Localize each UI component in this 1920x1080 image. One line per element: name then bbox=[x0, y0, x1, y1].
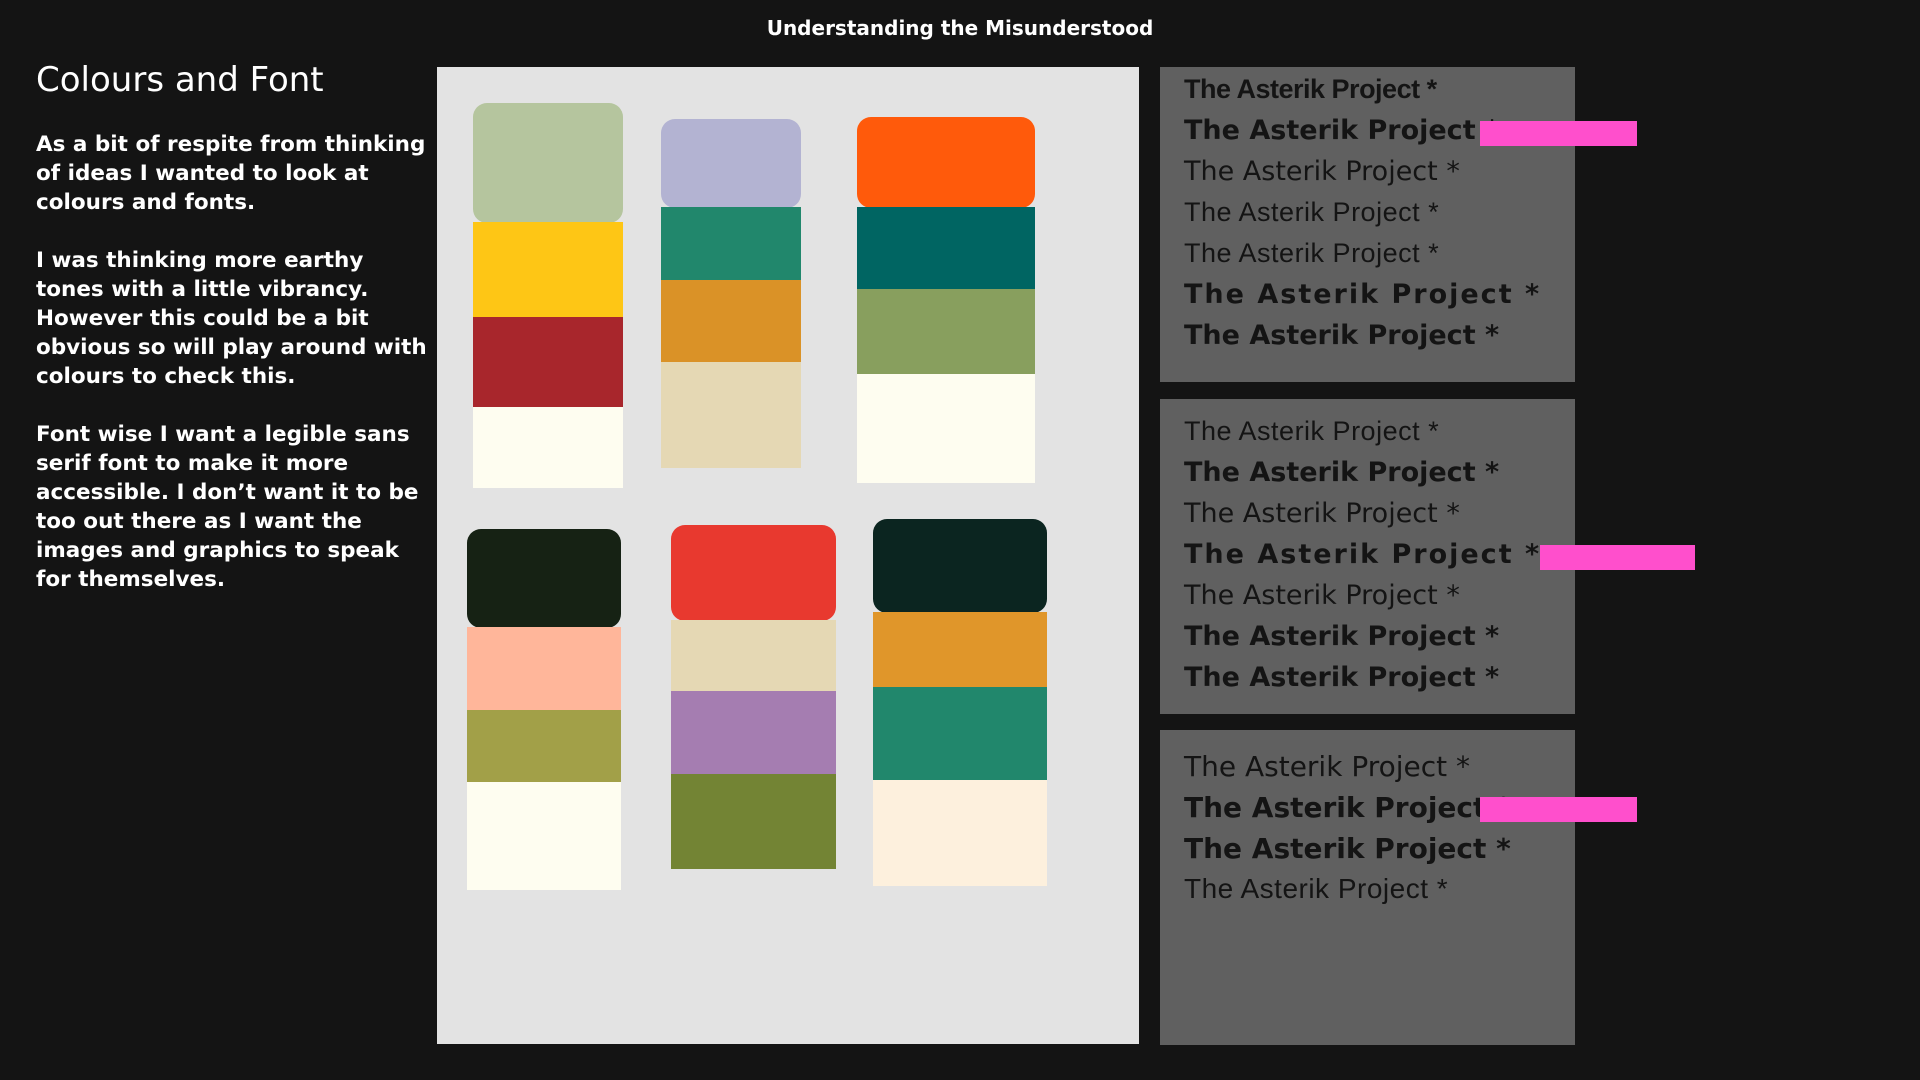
palette-5-swatch-3 bbox=[671, 691, 836, 775]
palette-3-swatch-1 bbox=[857, 117, 1035, 208]
palette-1-swatch-1 bbox=[473, 103, 623, 223]
section-heading: Colours and Font bbox=[36, 60, 324, 100]
palette-2-swatch-1 bbox=[661, 119, 801, 208]
palette-3-swatch-2 bbox=[857, 207, 1035, 290]
slide-title: Understanding the Misunderstood bbox=[766, 16, 1154, 40]
font-sample: The Asterik Project * bbox=[1184, 115, 1500, 146]
palette-5 bbox=[671, 525, 836, 869]
selection-highlight-bar bbox=[1540, 545, 1695, 570]
font-sample: The Asterik Project * bbox=[1184, 238, 1440, 268]
palette-6-swatch-3 bbox=[873, 687, 1047, 781]
palette-5-swatch-1 bbox=[671, 525, 836, 621]
palette-1-swatch-3 bbox=[473, 317, 623, 408]
palette-6-swatch-4 bbox=[873, 780, 1047, 886]
font-sample: The Asterik Project * bbox=[1184, 580, 1460, 611]
palette-2-swatch-2 bbox=[661, 207, 801, 281]
font-sample: The Asterik Project * bbox=[1184, 457, 1500, 488]
intro-paragraph-1: As a bit of respite from thinking of ide… bbox=[36, 132, 426, 215]
palette-4-swatch-3 bbox=[467, 710, 621, 783]
palette-2-swatch-4 bbox=[661, 362, 801, 468]
palette-6 bbox=[873, 519, 1047, 886]
palette-4 bbox=[467, 529, 621, 890]
palette-5-swatch-2 bbox=[671, 620, 836, 692]
intro-paragraph-2: I was thinking more earthy tones with a … bbox=[36, 248, 427, 389]
font-sample: The Asterik Project * bbox=[1184, 791, 1511, 824]
intro-text: As a bit of respite from thinking of ide… bbox=[36, 130, 436, 623]
palette-1 bbox=[473, 103, 623, 488]
palette-6-swatch-2 bbox=[873, 612, 1047, 688]
colour-palette-board bbox=[437, 67, 1139, 1044]
selection-highlight-bar bbox=[1480, 121, 1637, 146]
font-sample: The Asterik Project * bbox=[1184, 621, 1500, 652]
font-sample: The Asterik Project * bbox=[1184, 750, 1471, 783]
font-sample: The Asterik Project * bbox=[1184, 156, 1460, 187]
font-sample: The Asterik Project * bbox=[1184, 320, 1500, 351]
font-sample: The Asterik Project * bbox=[1184, 74, 1437, 104]
palette-3 bbox=[857, 117, 1035, 483]
palette-4-swatch-1 bbox=[467, 529, 621, 628]
palette-3-swatch-3 bbox=[857, 289, 1035, 375]
font-sample: The Asterik Project * bbox=[1184, 416, 1440, 446]
font-sample: The Asterik Project * bbox=[1184, 662, 1500, 693]
font-sample: The Asterik Project * bbox=[1184, 197, 1440, 227]
palette-2 bbox=[661, 119, 801, 468]
intro-paragraph-3: Font wise I want a legible sans serif fo… bbox=[36, 422, 419, 592]
palette-4-swatch-4 bbox=[467, 782, 621, 890]
palette-3-swatch-4 bbox=[857, 374, 1035, 483]
palette-5-swatch-4 bbox=[671, 774, 836, 869]
font-samples-panel-2: The Asterik Project * The Asterik Project… bbox=[1160, 399, 1695, 714]
palette-1-swatch-2 bbox=[473, 222, 623, 318]
selection-highlight-bar bbox=[1480, 797, 1637, 822]
font-samples-panel-3: The Asterik Project * The Asterik Project… bbox=[1160, 730, 1637, 1045]
palette-swatches bbox=[467, 103, 1047, 890]
font-samples-panel-1: The Asterik Project * The Asterik Project… bbox=[1160, 67, 1637, 382]
font-sample: The Asterik Project * bbox=[1184, 539, 1542, 570]
palette-4-swatch-2 bbox=[467, 627, 621, 711]
palette-6-swatch-1 bbox=[873, 519, 1047, 613]
font-sample: The Asterik Project * bbox=[1184, 873, 1449, 904]
palette-1-swatch-4 bbox=[473, 407, 623, 488]
font-sample: The Asterik Project * bbox=[1184, 498, 1460, 529]
font-sample: The Asterik Project * bbox=[1184, 832, 1511, 865]
font-sample: The Asterik Project * bbox=[1184, 279, 1542, 310]
palette-2-swatch-3 bbox=[661, 280, 801, 363]
